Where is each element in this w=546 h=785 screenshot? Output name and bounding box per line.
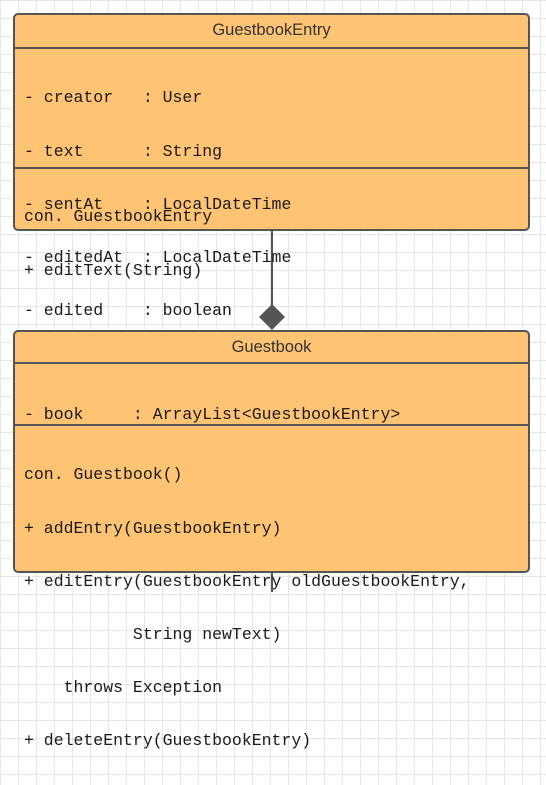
method: + deleteEntry(GuestbookEntry) bbox=[24, 730, 312, 750]
attributes-section: - book : ArrayList<GuestbookEntry> bbox=[15, 364, 528, 426]
methods-section: con. Guestbook() + addEntry(GuestbookEnt… bbox=[15, 426, 528, 785]
methods-section: con. GuestbookEntry + editText(String) bbox=[15, 169, 528, 315]
attribute: - creator : User bbox=[24, 88, 203, 108]
method: + addEntry(GuestbookEntry) bbox=[24, 518, 282, 538]
class-name: GuestbookEntry bbox=[15, 15, 528, 49]
class-guestbookentry[interactable]: GuestbookEntry - creator : User - text :… bbox=[13, 13, 530, 319]
attribute: - book : ArrayList<GuestbookEntry> bbox=[24, 405, 401, 425]
attribute: - text : String bbox=[24, 141, 223, 161]
method: + editEntry(GuestbookEntry oldGuestbookE… bbox=[24, 571, 470, 591]
class-guestbook[interactable]: Guestbook - book : ArrayList<GuestbookEn… bbox=[13, 330, 530, 749]
method: throws Exception bbox=[24, 677, 223, 697]
class-name: Guestbook bbox=[15, 332, 528, 364]
attributes-section: - creator : User - text : String - sentA… bbox=[15, 49, 528, 319]
method: con. Guestbook() bbox=[24, 465, 183, 485]
method: String newText) bbox=[24, 624, 282, 644]
